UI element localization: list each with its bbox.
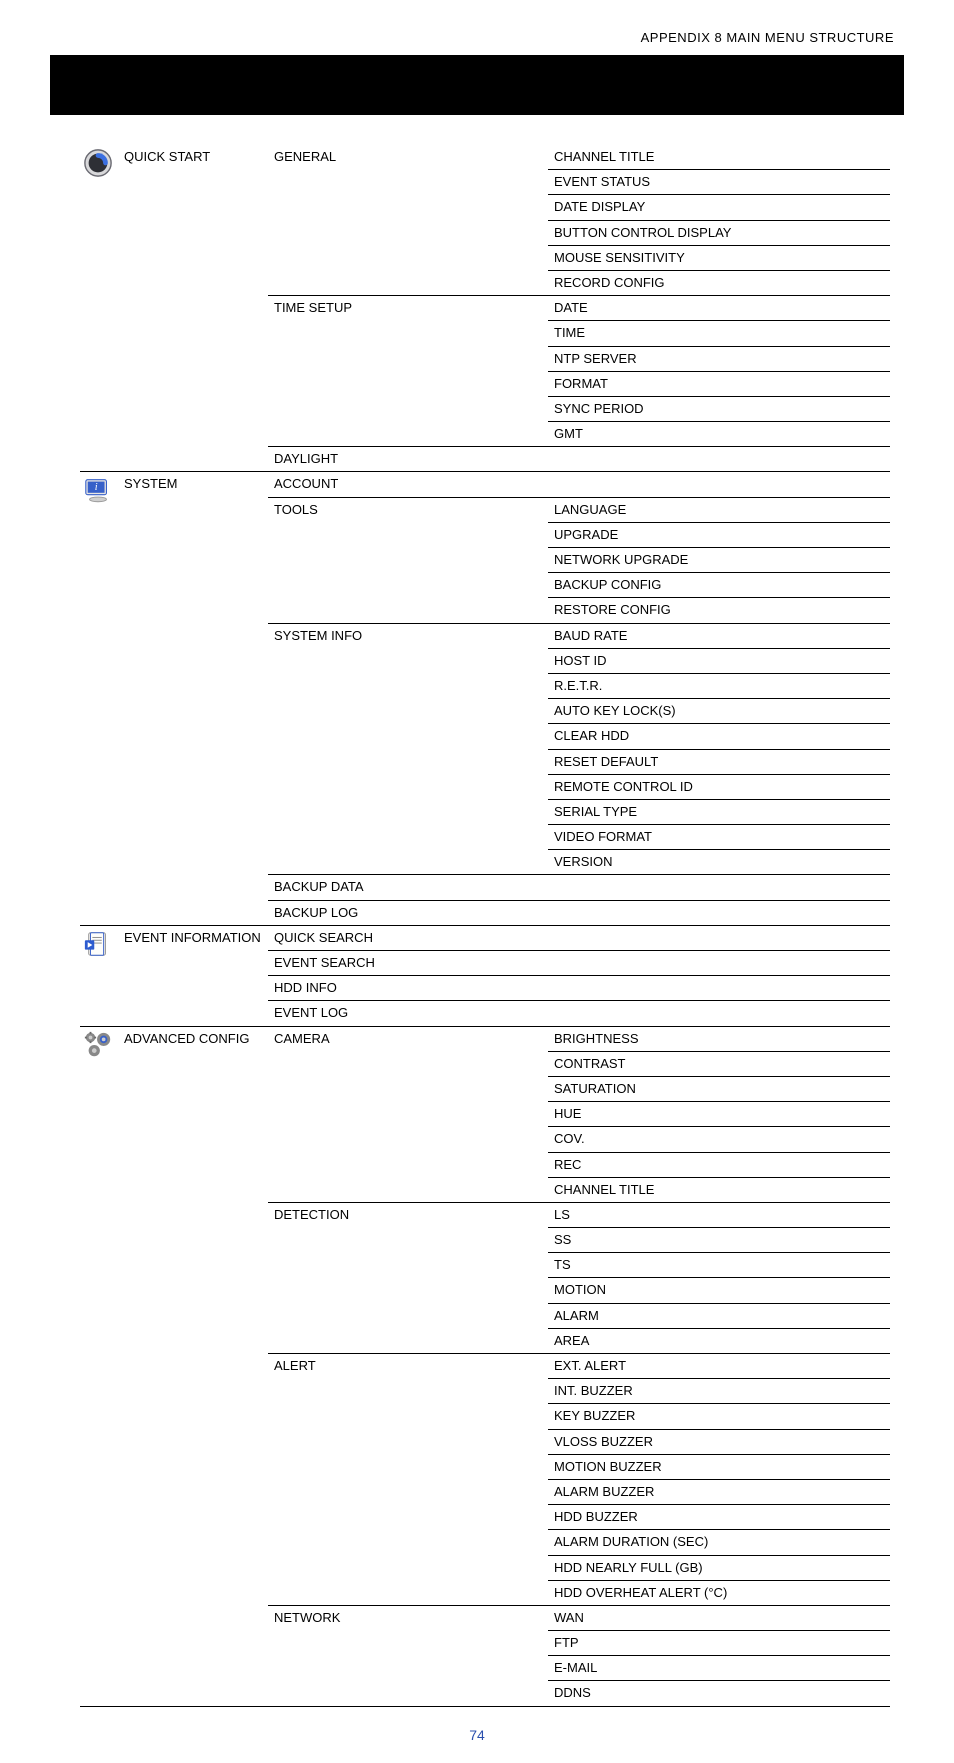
submenu-title: DETECTION xyxy=(268,1202,548,1353)
submenu-title: QUICK SEARCH xyxy=(268,925,548,950)
page-number: 74 xyxy=(0,1727,954,1763)
menu-item: KEY BUZZER xyxy=(548,1404,890,1429)
submenu-title: ALERT xyxy=(268,1354,548,1606)
menu-item: HDD NEARLY FULL (GB) xyxy=(548,1555,890,1580)
svg-text:i: i xyxy=(95,482,98,493)
menu-item xyxy=(548,951,890,976)
menu-item xyxy=(548,900,890,925)
menu-item: RECORD CONFIG xyxy=(548,270,890,295)
menu-item: CONTRAST xyxy=(548,1051,890,1076)
submenu-title: ACCOUNT xyxy=(268,472,548,497)
menu-item: VERSION xyxy=(548,850,890,875)
menu-item: NETWORK UPGRADE xyxy=(548,548,890,573)
menu-item: CHANNEL TITLE xyxy=(548,145,890,170)
menu-item: DATE xyxy=(548,296,890,321)
menu-item: CHANNEL TITLE xyxy=(548,1177,890,1202)
section-icon-cell xyxy=(80,145,118,472)
submenu-title: TOOLS xyxy=(268,497,548,623)
menu-item: TIME xyxy=(548,321,890,346)
table-row: iSYSTEMACCOUNT xyxy=(80,472,890,497)
menu-item: SERIAL TYPE xyxy=(548,799,890,824)
submenu-title: EVENT LOG xyxy=(268,1001,548,1026)
title-banner xyxy=(50,55,904,115)
section-title: QUICK START xyxy=(118,145,268,472)
section-icon-cell: i xyxy=(80,472,118,925)
submenu-title: HDD INFO xyxy=(268,976,548,1001)
menu-item: RESTORE CONFIG xyxy=(548,598,890,623)
menu-item: DDNS xyxy=(548,1681,890,1706)
section-title: EVENT INFORMATION xyxy=(118,925,268,1026)
system-icon: i xyxy=(82,474,114,506)
menu-item: VIDEO FORMAT xyxy=(548,825,890,850)
menu-item: HOST ID xyxy=(548,648,890,673)
submenu-title: DAYLIGHT xyxy=(268,447,548,472)
eventinfo-icon xyxy=(82,928,114,960)
section-icon-cell xyxy=(80,925,118,1026)
menu-item: GMT xyxy=(548,422,890,447)
menu-item: NTP SERVER xyxy=(548,346,890,371)
submenu-title: BACKUP DATA xyxy=(268,875,548,900)
quickstart-icon xyxy=(82,147,114,179)
menu-item: EXT. ALERT xyxy=(548,1354,890,1379)
menu-item: E-MAIL xyxy=(548,1656,890,1681)
table-row: EVENT INFORMATIONQUICK SEARCH xyxy=(80,925,890,950)
menu-item: SYNC PERIOD xyxy=(548,396,890,421)
menu-item: TS xyxy=(548,1253,890,1278)
submenu-title: TIME SETUP xyxy=(268,296,548,447)
menu-item: DATE DISPLAY xyxy=(548,195,890,220)
menu-item xyxy=(548,976,890,1001)
menu-item: LS xyxy=(548,1202,890,1227)
advanced-icon xyxy=(82,1029,114,1061)
menu-item: ALARM BUZZER xyxy=(548,1479,890,1504)
menu-item: BAUD RATE xyxy=(548,623,890,648)
menu-item: HUE xyxy=(548,1102,890,1127)
menu-item: MOTION BUZZER xyxy=(548,1454,890,1479)
menu-item: HDD BUZZER xyxy=(548,1505,890,1530)
section-title: ADVANCED CONFIG xyxy=(118,1026,268,1706)
section-title: SYSTEM xyxy=(118,472,268,925)
menu-item: RESET DEFAULT xyxy=(548,749,890,774)
menu-item: LANGUAGE xyxy=(548,497,890,522)
menu-item: ALARM xyxy=(548,1303,890,1328)
menu-item: BRIGHTNESS xyxy=(548,1026,890,1051)
menu-item: BUTTON CONTROL DISPLAY xyxy=(548,220,890,245)
table-row: ADVANCED CONFIGCAMERABRIGHTNESS xyxy=(80,1026,890,1051)
menu-item: WAN xyxy=(548,1605,890,1630)
menu-item: UPGRADE xyxy=(548,522,890,547)
page-header: APPENDIX 8 MAIN MENU STRUCTURE xyxy=(0,0,954,55)
menu-item xyxy=(548,472,890,497)
section-icon-cell xyxy=(80,1026,118,1706)
menu-item: FTP xyxy=(548,1631,890,1656)
menu-item: FORMAT xyxy=(548,371,890,396)
table-row: QUICK STARTGENERALCHANNEL TITLE xyxy=(80,145,890,170)
menu-item xyxy=(548,875,890,900)
menu-item: REC xyxy=(548,1152,890,1177)
menu-item: AUTO KEY LOCK(S) xyxy=(548,699,890,724)
menu-item: HDD OVERHEAT ALERT (°C) xyxy=(548,1580,890,1605)
menu-item: R.E.T.R. xyxy=(548,673,890,698)
menu-item xyxy=(548,1001,890,1026)
submenu-title: CAMERA xyxy=(268,1026,548,1202)
menu-item: REMOTE CONTROL ID xyxy=(548,774,890,799)
menu-item xyxy=(548,925,890,950)
menu-item: VLOSS BUZZER xyxy=(548,1429,890,1454)
menu-item: ALARM DURATION (SEC) xyxy=(548,1530,890,1555)
menu-item: COV. xyxy=(548,1127,890,1152)
menu-item: SS xyxy=(548,1228,890,1253)
menu-structure-table: QUICK STARTGENERALCHANNEL TITLEEVENT STA… xyxy=(80,145,890,1707)
menu-item: CLEAR HDD xyxy=(548,724,890,749)
menu-item: MOUSE SENSITIVITY xyxy=(548,245,890,270)
menu-item: INT. BUZZER xyxy=(548,1379,890,1404)
submenu-title: GENERAL xyxy=(268,145,548,296)
submenu-title: EVENT SEARCH xyxy=(268,951,548,976)
menu-item xyxy=(548,447,890,472)
submenu-title: NETWORK xyxy=(268,1605,548,1706)
menu-item: MOTION xyxy=(548,1278,890,1303)
submenu-title: BACKUP LOG xyxy=(268,900,548,925)
menu-item: EVENT STATUS xyxy=(548,170,890,195)
menu-item: SATURATION xyxy=(548,1076,890,1101)
menu-item: AREA xyxy=(548,1328,890,1353)
menu-item: BACKUP CONFIG xyxy=(548,573,890,598)
submenu-title: SYSTEM INFO xyxy=(268,623,548,875)
